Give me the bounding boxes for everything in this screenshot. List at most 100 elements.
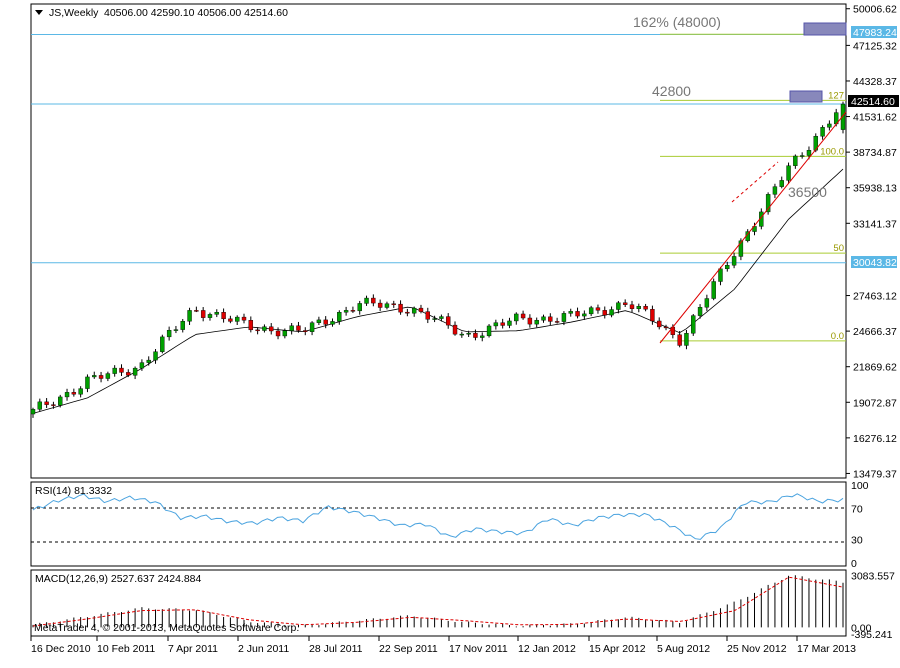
annotation-36500: 36500 <box>788 184 827 200</box>
candle-bullish <box>725 265 730 270</box>
candle-bullish <box>30 409 36 415</box>
candle-bullish <box>820 127 825 137</box>
candle-bullish <box>235 316 240 322</box>
candle-bullish <box>507 320 512 326</box>
candle-bullish <box>616 302 621 310</box>
candle-bullish <box>786 165 791 181</box>
candle-bullish <box>582 313 587 317</box>
annotation-42800: 42800 <box>652 83 691 99</box>
candle-bullish <box>704 298 710 308</box>
candle-bullish <box>166 329 172 338</box>
candle-bearish <box>391 303 396 305</box>
svg-text:42514.60: 42514.60 <box>851 96 895 108</box>
candle-bullish <box>691 315 696 334</box>
candle-bearish <box>71 392 77 395</box>
candle-bearish <box>248 320 254 331</box>
rsi-tick-label: 0 <box>851 558 857 570</box>
candle-bullish <box>534 320 539 325</box>
candle-bearish <box>663 326 669 329</box>
candle-bearish <box>44 401 49 405</box>
candle-bearish <box>51 404 56 406</box>
candle-bullish <box>493 322 499 327</box>
candle-bullish <box>718 268 723 282</box>
candle-bullish <box>772 186 778 195</box>
candle-bearish <box>602 310 607 316</box>
candle-bullish <box>282 330 288 337</box>
candle-bullish <box>37 401 43 410</box>
candle-bullish <box>684 333 689 346</box>
time-tick-label: 28 Jul 2011 <box>309 643 363 655</box>
candle-bullish <box>153 351 158 361</box>
candle-bullish <box>432 318 437 320</box>
candle-bullish <box>64 392 70 398</box>
time-tick-label: 22 Sep 2011 <box>379 643 438 655</box>
fib-level-label: 100.0 <box>820 146 844 157</box>
candle-bearish <box>500 322 505 326</box>
candle-bearish <box>425 311 430 320</box>
candle-bullish <box>793 155 798 166</box>
candle-bullish <box>636 306 641 309</box>
candle-bearish <box>657 320 662 328</box>
target-box-42800 <box>789 90 823 103</box>
macd-label: MACD(12,26,9) 2527.637 2424.884 <box>35 573 202 585</box>
candle-bullish <box>112 367 117 374</box>
price-tick-label: 33141.37 <box>853 218 897 230</box>
price-tag-current: 42514.60 <box>848 95 899 108</box>
candle-bearish <box>323 319 328 325</box>
candle-bearish <box>595 307 601 311</box>
candle-bearish <box>269 326 274 332</box>
candle-bullish <box>697 307 703 316</box>
price-tick-label: 47125.32 <box>853 40 897 52</box>
time-tick-label: 7 Apr 2011 <box>168 643 218 655</box>
candle-bullish <box>827 123 832 128</box>
fib-level-label: 0.0 <box>831 331 844 342</box>
price-tick-label: 13479.37 <box>853 468 897 480</box>
price-tag-top: 47983.24 <box>851 26 897 39</box>
fib-level-label: 50 <box>833 243 844 254</box>
candle-bearish <box>200 310 206 318</box>
candlestick-series <box>30 101 846 418</box>
time-tick-label: 5 Aug 2012 <box>657 643 710 655</box>
horizontal-levels <box>31 33 846 264</box>
candle-bullish <box>439 316 444 319</box>
macd-tick-label: 3083.557 <box>851 571 895 583</box>
candle-bearish <box>473 333 478 338</box>
candle-bullish <box>568 311 573 314</box>
target-box-48000 <box>803 22 847 36</box>
moving-average-line <box>32 168 844 414</box>
candle-bearish <box>241 316 247 321</box>
candle-bullish <box>214 312 219 315</box>
time-tick-label: 15 Apr 2012 <box>589 643 646 655</box>
time-tick-label: 12 Jan 2012 <box>518 643 576 655</box>
time-tick-label: 2 Jun 2011 <box>238 643 289 655</box>
candle-bearish <box>377 302 383 308</box>
collapse-triangle-icon[interactable] <box>35 10 43 15</box>
candle-bearish <box>303 330 308 332</box>
price-tick-label: 27463.12 <box>853 291 897 303</box>
candle-bearish <box>221 312 226 320</box>
candle-bearish <box>650 309 655 322</box>
candle-bearish <box>677 334 682 346</box>
rsi-tick-label: 70 <box>851 503 863 515</box>
candle-bearish <box>98 375 104 379</box>
candle-bullish <box>799 155 805 157</box>
ohlc-text: 40506.00 42590.10 40506.00 42514.60 <box>104 7 288 19</box>
candle-bearish <box>371 297 376 304</box>
candle-bullish <box>779 180 784 187</box>
svg-text:30043.82: 30043.82 <box>853 257 897 269</box>
candle-bullish <box>289 325 294 331</box>
candle-bearish <box>126 372 131 376</box>
rsi-tick-label: 30 <box>851 535 863 547</box>
candle-bearish <box>275 330 281 337</box>
candle-bullish <box>486 325 492 337</box>
candle-bullish <box>561 313 567 322</box>
time-tick-label: 16 Dec 2010 <box>31 643 91 655</box>
candle-bullish <box>337 311 342 322</box>
candle-bullish <box>384 303 390 308</box>
candle-bearish <box>228 318 233 322</box>
candle-bearish <box>194 310 199 312</box>
candle-bearish <box>255 329 260 332</box>
candle-bullish <box>146 359 151 363</box>
price-axis-labels: 50006.62 47125.32 44328.37 41531.62 38734.87… <box>846 4 897 480</box>
candle-bullish <box>78 388 83 395</box>
